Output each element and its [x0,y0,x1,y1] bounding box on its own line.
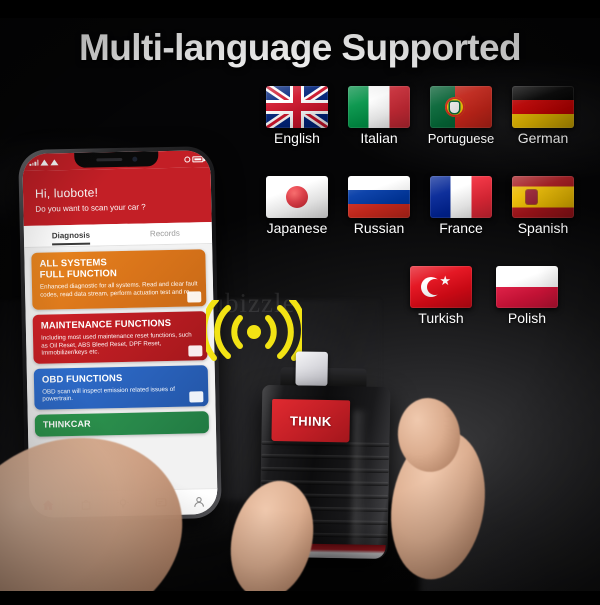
top-letterbox [0,0,600,18]
bottom-letterbox [0,591,600,605]
vignette-overlay [0,0,600,605]
poster-root: Multi-language Supported dubizzle Englis… [0,0,600,605]
